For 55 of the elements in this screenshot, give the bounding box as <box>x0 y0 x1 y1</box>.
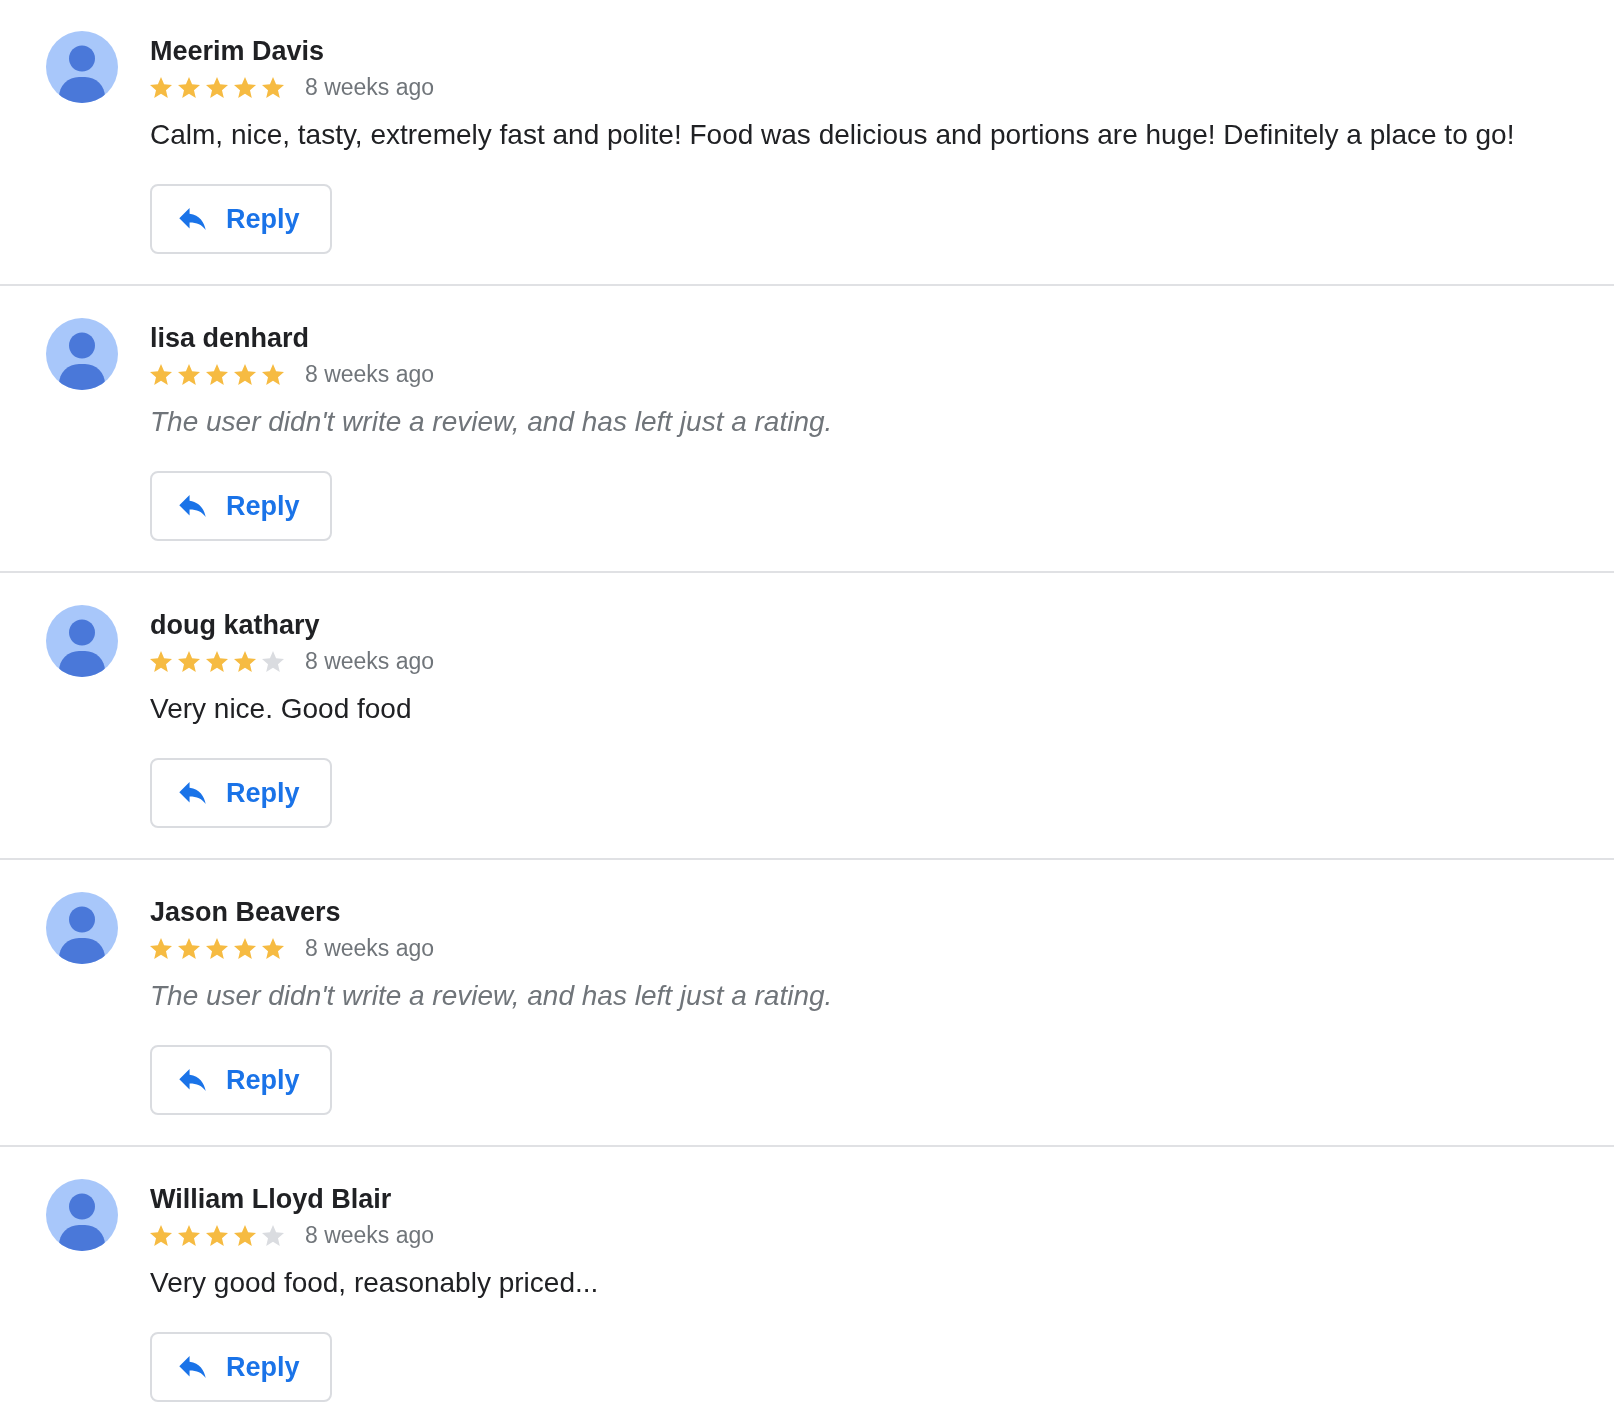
reviewer-name: lisa denhard <box>150 322 310 355</box>
reply-button[interactable]: Reply <box>150 471 332 541</box>
reviewer-name: doug kathary <box>150 609 320 642</box>
reply-button[interactable]: Reply <box>150 184 332 254</box>
review-date: 8 weeks ago <box>305 360 435 389</box>
star-icon <box>178 650 200 672</box>
reviewer-name: Jason Beavers <box>150 896 341 929</box>
no-review-note: The user didn't write a review, and has left just a rating. <box>150 979 833 1013</box>
star-icon <box>206 650 228 672</box>
reply-icon <box>179 495 206 517</box>
reply-button[interactable]: Reply <box>150 758 332 828</box>
star-icon <box>206 937 228 959</box>
star-icon <box>262 1224 284 1246</box>
user-avatar-icon <box>46 892 118 964</box>
reply-icon <box>179 208 206 230</box>
star-icon <box>206 76 228 98</box>
reply-button[interactable]: Reply <box>150 1045 332 1115</box>
star-icon <box>234 363 256 385</box>
star-icon <box>178 1224 200 1246</box>
star-icon <box>178 76 200 98</box>
star-icon <box>150 363 172 385</box>
star-icon <box>178 363 200 385</box>
review-date: 8 weeks ago <box>305 73 435 102</box>
reviewer-name: Meerim Davis <box>150 35 325 68</box>
star-icon <box>178 937 200 959</box>
reply-icon <box>179 782 206 804</box>
review-date: 8 weeks ago <box>305 1221 435 1250</box>
reply-icon <box>179 1069 206 1091</box>
star-icon <box>206 363 228 385</box>
star-icon <box>234 76 256 98</box>
user-avatar-icon <box>46 1179 118 1251</box>
user-avatar-icon <box>46 605 118 677</box>
star-icon <box>150 76 172 98</box>
review-text: Calm, nice, tasty, extremely fast and polite! Food was delicious and portions are huge! Definitely a place to go! <box>150 118 1515 152</box>
review-date: 8 weeks ago <box>305 934 435 963</box>
star-icon <box>150 1224 172 1246</box>
star-icon <box>262 650 284 672</box>
star-icon <box>150 650 172 672</box>
star-icon <box>206 1224 228 1246</box>
user-avatar-icon <box>46 318 118 390</box>
star-icon <box>234 650 256 672</box>
star-icon <box>234 1224 256 1246</box>
reviewer-name: William Lloyd Blair <box>150 1183 392 1216</box>
reply-button[interactable]: Reply <box>150 1332 332 1402</box>
review-text: Very nice. Good food <box>150 692 412 726</box>
user-avatar-icon <box>46 31 118 103</box>
star-icon <box>234 937 256 959</box>
star-icon <box>262 937 284 959</box>
review-date: 8 weeks ago <box>305 647 435 676</box>
no-review-note: The user didn't write a review, and has left just a rating. <box>150 405 833 439</box>
star-icon <box>262 76 284 98</box>
review-text: Very good food, reasonably priced... <box>150 1266 599 1300</box>
star-icon <box>150 937 172 959</box>
star-icon <box>262 363 284 385</box>
reply-icon <box>179 1356 206 1378</box>
